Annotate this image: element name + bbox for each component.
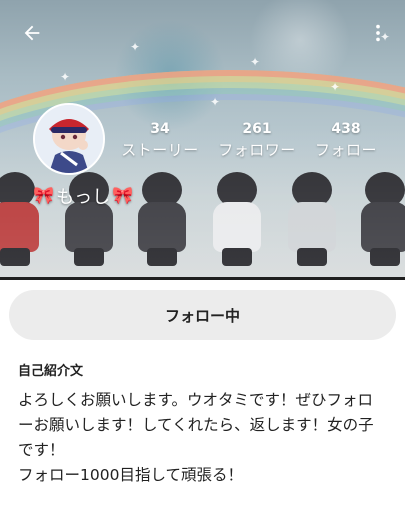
sparkle-icon: ✦ — [60, 70, 71, 84]
profile-header-banner: ✦ ✦ ✦ ✦ ✦ ✦ 34 ストーリー 261 フォロワー 438 フォロー … — [0, 0, 405, 279]
stat-label: フォロー — [314, 141, 377, 159]
stat-followers[interactable]: 261 フォロワー — [212, 120, 302, 160]
stat-count: 34 — [150, 121, 170, 137]
arrow-left-icon — [24, 25, 40, 41]
following-button[interactable]: フォロー中 — [9, 290, 396, 340]
more-vertical-icon — [376, 24, 380, 42]
username-text: もっし — [56, 187, 111, 208]
avatar-illustration — [35, 105, 103, 173]
username: 🎀 もっし 🎀 — [33, 183, 133, 209]
back-button[interactable] — [16, 17, 48, 49]
sparkle-icon: ✦ — [210, 95, 221, 109]
bio-text: よろしくお願いします。ウオタミです！ぜひフォローお願いします！してくれたら、返し… — [18, 391, 374, 484]
ribbon-bow-icon: 🎀 — [33, 186, 55, 206]
avatar[interactable] — [33, 103, 105, 175]
sparkle-icon: ✦ — [330, 80, 341, 94]
more-options-button[interactable] — [362, 17, 394, 49]
stat-count: 261 — [242, 121, 272, 137]
sparkle-icon: ✦ — [250, 55, 261, 69]
stat-count: 438 — [331, 121, 361, 137]
stat-following[interactable]: 438 フォロー — [301, 120, 391, 160]
stat-label: フォロワー — [218, 141, 296, 159]
stat-stories[interactable]: 34 ストーリー — [115, 120, 205, 160]
profile-content: フォロー中 自己紹介文 よろしくお願いします。ウオタミです！ぜひフォローお願いし… — [0, 280, 405, 512]
bio-title: 自己紹介文 — [18, 364, 84, 379]
stat-label: ストーリー — [121, 141, 199, 159]
sparkle-icon: ✦ — [130, 40, 141, 54]
ribbon-bow-icon: 🎀 — [112, 186, 134, 206]
